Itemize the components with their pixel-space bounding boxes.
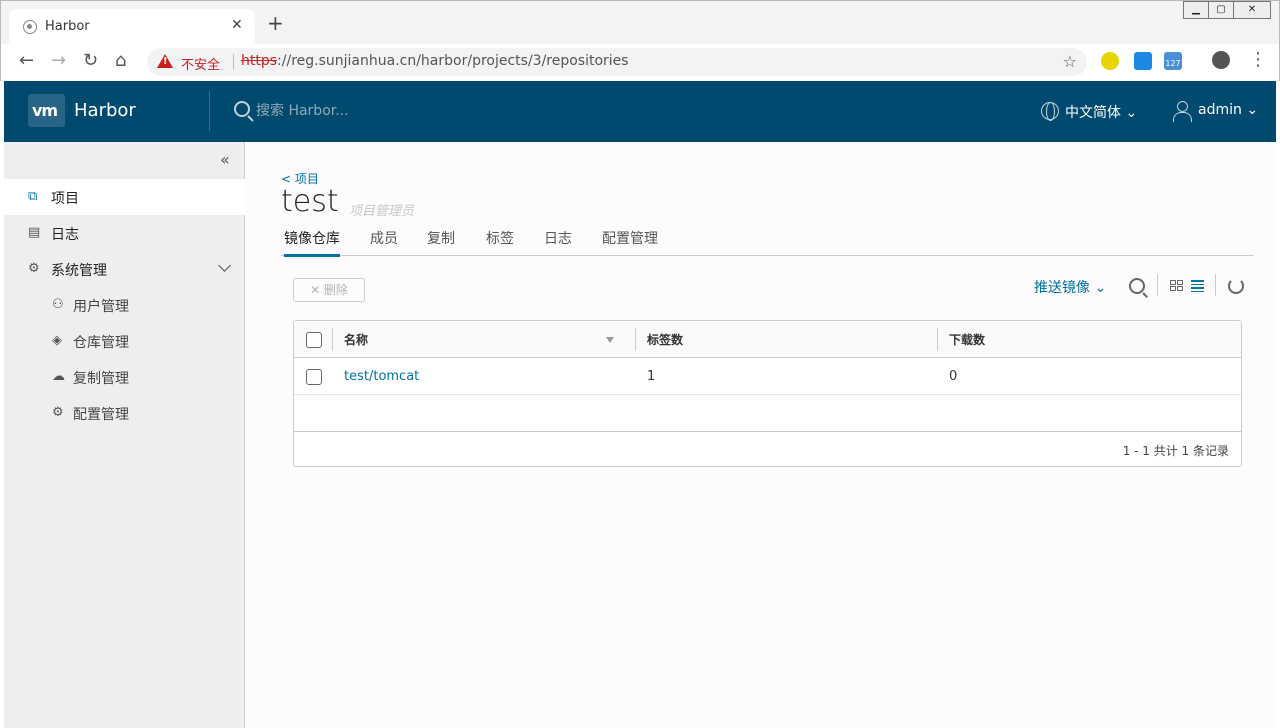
language-selector[interactable]: 中文简体 ⌄	[1065, 102, 1137, 122]
card-view-icon[interactable]	[1170, 280, 1184, 292]
sidebar-item-registries[interactable]: ◈ 仓库管理	[4, 323, 245, 359]
repository-name-link[interactable]: test/tomcat	[344, 369, 419, 384]
globe-icon	[1041, 102, 1059, 121]
select-all-checkbox[interactable]	[306, 332, 322, 348]
replication-icon: ☁	[52, 369, 65, 384]
browser-menu-icon[interactable]: ⋮	[1249, 49, 1267, 70]
browser-tab-bar: Harbor ✕ + ▁ ▢ ✕	[0, 0, 1280, 45]
tab-close-icon[interactable]: ✕	[231, 17, 243, 33]
column-header-name[interactable]: 名称	[344, 331, 368, 348]
pagination-summary: 1 - 1 共计 1 条记录	[1122, 444, 1229, 458]
toolbar-divider	[1157, 274, 1158, 296]
window-controls: ▁ ▢ ✕	[1183, 1, 1271, 19]
sidebar-item-label: 系统管理	[51, 263, 107, 279]
bookmark-star-icon[interactable]: ☆	[1063, 52, 1077, 71]
toolbar-divider	[1215, 274, 1216, 296]
delete-button[interactable]: ✕ 删除	[293, 278, 365, 302]
sidebar: « ⧉ 项目 ▤ 日志 ⚙ 系统管理 ⚇ 用户管理 ◈ 仓库管理 ☁ 复制管理 …	[4, 142, 245, 728]
app-header: vm Harbor 中文简体 ⌄ admin ⌄	[4, 81, 1276, 142]
back-arrow-icon[interactable]: ←	[19, 51, 34, 71]
security-label[interactable]: 不安全	[181, 54, 220, 73]
table-row: test/tomcat 1 0	[294, 358, 1241, 395]
chevron-down-icon	[218, 259, 231, 272]
sidebar-item-label: 配置管理	[73, 407, 129, 423]
column-header-pulls[interactable]: 下载数	[949, 331, 985, 348]
user-menu[interactable]: admin ⌄	[1198, 102, 1258, 118]
list-view-icon[interactable]	[1191, 280, 1205, 292]
tag-count: 1	[647, 369, 656, 384]
table-empty-row	[294, 395, 1241, 432]
browser-toolbar: ← → ↻ ⌂ 不安全 https://reg.sunjianhua.cn/ha…	[0, 44, 1280, 81]
tab-logs[interactable]: 日志	[544, 228, 572, 254]
url-divider	[233, 54, 234, 70]
extension-mail-icon[interactable]: 127	[1164, 52, 1182, 70]
minimize-icon[interactable]: ▁	[1183, 1, 1209, 19]
tab-configuration[interactable]: 配置管理	[602, 228, 658, 254]
tab-repositories[interactable]: 镜像仓库	[284, 228, 340, 257]
push-image-button[interactable]: 推送镜像 ⌄	[1034, 277, 1106, 297]
table-footer: 1 - 1 共计 1 条记录	[294, 433, 1241, 467]
reload-icon[interactable]: ↻	[83, 51, 98, 71]
tab-labels[interactable]: 标签	[486, 228, 514, 254]
url-path: ://reg.sunjianhua.cn/harbor/projects/3/r…	[277, 53, 629, 69]
home-icon[interactable]: ⌂	[115, 51, 126, 71]
registry-icon: ◈	[52, 333, 62, 348]
extension-s-icon[interactable]	[1134, 52, 1152, 70]
sidebar-item-projects[interactable]: ⧉ 项目	[4, 179, 245, 215]
search-icon	[234, 101, 250, 117]
close-window-icon[interactable]: ✕	[1233, 1, 1271, 19]
sidebar-item-label: 日志	[51, 227, 79, 243]
collapse-sidebar-icon[interactable]: «	[220, 150, 230, 169]
admin-icon: ⚙	[28, 261, 40, 276]
column-header-tags[interactable]: 标签数	[647, 331, 683, 348]
maximize-icon[interactable]: ▢	[1208, 1, 1234, 19]
row-checkbox[interactable]	[306, 369, 322, 385]
sidebar-item-logs[interactable]: ▤ 日志	[4, 215, 245, 251]
global-search-input[interactable]	[256, 99, 556, 123]
page-title: test	[281, 184, 339, 219]
search-icon[interactable]	[1129, 278, 1145, 294]
config-icon: ⚙	[52, 405, 64, 420]
warning-icon	[157, 54, 173, 68]
project-tabs: 镜像仓库 成员 复制 标签 日志 配置管理	[281, 228, 1254, 257]
header-divider	[209, 91, 210, 131]
column-divider	[937, 328, 938, 351]
column-divider	[635, 328, 636, 351]
extension-icon[interactable]	[1101, 52, 1119, 70]
users-icon: ⚇	[52, 297, 64, 312]
filter-icon[interactable]	[606, 337, 614, 343]
new-tab-button[interactable]: +	[267, 13, 284, 33]
harbor-favicon-icon	[23, 20, 37, 34]
sidebar-item-label: 复制管理	[73, 371, 129, 387]
sidebar-item-administration[interactable]: ⚙ 系统管理	[4, 251, 245, 287]
project-role-label: 项目管理员	[349, 204, 415, 219]
address-bar[interactable]: 不安全 https://reg.sunjianhua.cn/harbor/pro…	[147, 48, 1087, 76]
refresh-icon[interactable]	[1228, 278, 1244, 294]
tab-title: Harbor	[45, 19, 90, 34]
tab-replication[interactable]: 复制	[427, 228, 455, 254]
url-scheme: https	[241, 53, 278, 69]
logo-text: vm	[32, 101, 58, 120]
pull-count: 0	[949, 369, 958, 384]
sidebar-item-users[interactable]: ⚇ 用户管理	[4, 287, 245, 323]
sidebar-item-label: 仓库管理	[73, 335, 129, 351]
sidebar-item-label: 用户管理	[73, 299, 129, 315]
url-text[interactable]: https://reg.sunjianhua.cn/harbor/project…	[241, 53, 629, 69]
repository-table: 名称 标签数 下载数 test/tomcat 1 0 1 - 1 共计 1 条记…	[293, 320, 1242, 467]
brand-title[interactable]: Harbor	[74, 100, 136, 121]
table-header: 名称 标签数 下载数	[294, 321, 1241, 358]
log-icon: ▤	[28, 225, 41, 240]
user-icon	[1173, 101, 1192, 122]
project-icon: ⧉	[28, 189, 38, 204]
tab-members[interactable]: 成员	[370, 228, 398, 254]
browser-tab[interactable]: Harbor ✕	[9, 9, 255, 45]
column-divider	[332, 328, 333, 351]
forward-arrow-icon[interactable]: →	[51, 51, 66, 71]
sidebar-item-replications[interactable]: ☁ 复制管理	[4, 359, 245, 395]
profile-icon[interactable]	[1212, 51, 1230, 69]
main-content: < 项目 test 项目管理员 镜像仓库 成员 复制 标签 日志 配置管理 ✕ …	[245, 142, 1276, 728]
sidebar-item-configuration[interactable]: ⚙ 配置管理	[4, 395, 245, 431]
sidebar-item-label: 项目	[51, 191, 79, 207]
